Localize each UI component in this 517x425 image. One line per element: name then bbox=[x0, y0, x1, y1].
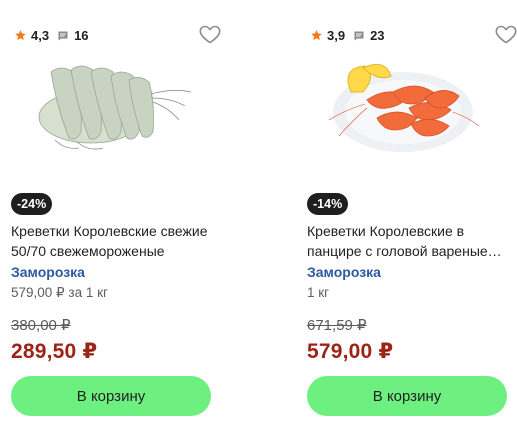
product-grid: 4,3 16 -24% Креветки Королевские свежие … bbox=[0, 0, 517, 425]
product-card[interactable]: 4,3 16 -24% Креветки Королевские свежие … bbox=[11, 0, 221, 425]
review-count: 16 bbox=[74, 28, 89, 43]
current-price: 289,50 ₽ bbox=[11, 340, 98, 363]
product-meta: 3,9 23 bbox=[310, 28, 385, 43]
product-image[interactable] bbox=[11, 52, 221, 167]
storage-type: Заморозка bbox=[11, 264, 85, 280]
unit-price: 579,00 ₽ за 1 кг bbox=[11, 285, 108, 300]
add-to-cart-button[interactable]: В корзину bbox=[11, 376, 211, 416]
product-title[interactable]: Креветки Королевские в панцире с головой… bbox=[307, 221, 512, 261]
product-title[interactable]: Креветки Королевские свежие 50/70 свежем… bbox=[11, 221, 216, 261]
old-price: 380,00 ₽ bbox=[11, 317, 71, 334]
review-icon bbox=[354, 31, 364, 40]
product-meta: 4,3 16 bbox=[14, 28, 89, 43]
favorite-heart-icon[interactable] bbox=[197, 22, 223, 46]
product-image[interactable] bbox=[307, 52, 517, 167]
storage-type: Заморозка bbox=[307, 264, 381, 280]
old-price: 671,59 ₽ bbox=[307, 317, 367, 334]
discount-badge: -24% bbox=[11, 193, 53, 215]
review-icon bbox=[58, 31, 68, 40]
add-to-cart-button[interactable]: В корзину bbox=[307, 376, 507, 416]
star-icon bbox=[15, 30, 26, 41]
favorite-heart-icon[interactable] bbox=[493, 22, 517, 46]
rating-value: 4,3 bbox=[31, 28, 50, 43]
review-count: 23 bbox=[370, 28, 385, 43]
star-icon bbox=[311, 30, 322, 41]
unit-price: 1 кг bbox=[307, 285, 330, 300]
current-price: 579,00 ₽ bbox=[307, 340, 394, 363]
product-card[interactable]: 3,9 23 -14% Креветки Королевские в панци… bbox=[307, 0, 517, 425]
rating-value: 3,9 bbox=[327, 28, 346, 43]
discount-badge: -14% bbox=[307, 193, 349, 215]
